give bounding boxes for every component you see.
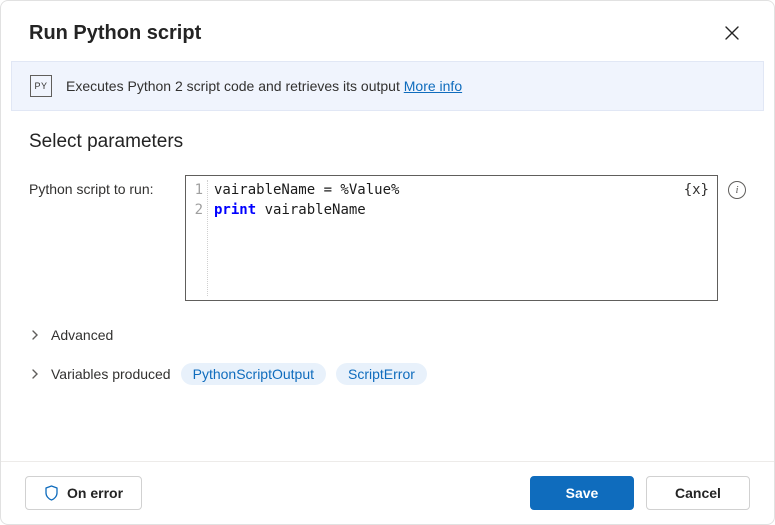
variables-produced-row[interactable]: Variables produced PythonScriptOutput Sc… [29,363,746,385]
dialog-header: Run Python script [1,1,774,61]
python-script-editor[interactable]: 1 2 vairableName = %Value%print vairable… [185,175,718,301]
banner-description: Executes Python 2 script code and retrie… [66,78,404,94]
save-label: Save [566,485,599,501]
save-button[interactable]: Save [530,476,634,510]
output-variable-chip[interactable]: ScriptError [336,363,427,385]
banner-text: Executes Python 2 script code and retrie… [66,78,462,94]
chevron-right-icon [29,330,41,340]
dialog-footer: On error Save Cancel [1,461,774,524]
insert-variable-button[interactable]: {x} [684,180,709,200]
on-error-button[interactable]: On error [25,476,142,510]
cancel-label: Cancel [675,485,721,501]
shield-icon [44,485,59,501]
chevron-right-icon [29,369,41,379]
cancel-button[interactable]: Cancel [646,476,750,510]
advanced-label: Advanced [51,327,113,343]
script-label: Python script to run: [29,175,175,197]
section-title: Select parameters [29,131,746,153]
advanced-expander[interactable]: Advanced [29,327,746,343]
more-info-link[interactable]: More info [404,78,462,94]
output-variable-chip[interactable]: PythonScriptOutput [181,363,326,385]
python-badge-icon: PY [30,75,52,97]
dialog-content: Select parameters Python script to run: … [1,111,774,461]
variables-produced-label: Variables produced [51,366,171,382]
run-python-script-dialog: Run Python script PY Executes Python 2 s… [0,0,775,525]
close-icon [725,26,739,40]
dialog-title: Run Python script [29,22,201,45]
on-error-label: On error [67,485,123,501]
code-content: vairableName = %Value%print vairableName [208,180,399,296]
line-number: 2 [186,200,203,220]
line-number: 1 [186,180,203,200]
script-field-row: Python script to run: 1 2 vairableName =… [29,175,746,301]
info-icon[interactable]: i [728,181,746,199]
close-button[interactable] [718,19,746,47]
info-banner: PY Executes Python 2 script code and ret… [11,61,764,111]
line-gutter: 1 2 [186,180,208,296]
